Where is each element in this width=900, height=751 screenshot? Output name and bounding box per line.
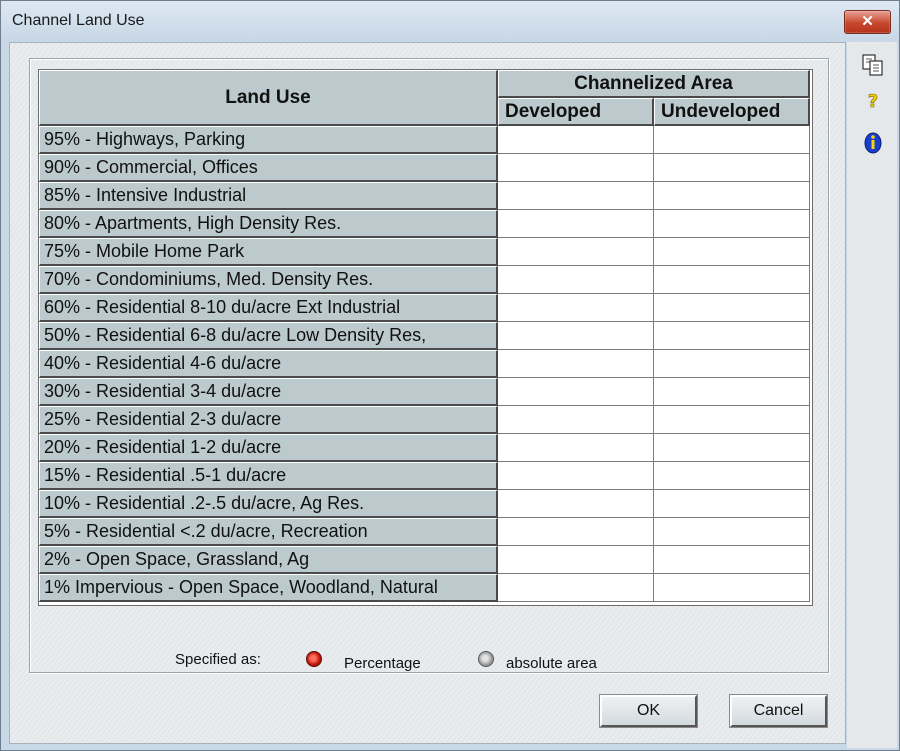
developed-cell[interactable] xyxy=(498,406,654,434)
land-use-row-label: 70% - Condominiums, Med. Density Res. xyxy=(39,266,498,294)
land-use-row-label: 95% - Highways, Parking xyxy=(39,126,498,154)
undeveloped-cell[interactable] xyxy=(654,210,810,238)
developed-cell[interactable] xyxy=(498,378,654,406)
info-icon[interactable] xyxy=(860,130,886,156)
developed-cell[interactable] xyxy=(498,210,654,238)
developed-cell[interactable] xyxy=(498,126,654,154)
copy-icon[interactable] xyxy=(860,52,886,78)
developed-cell[interactable] xyxy=(498,294,654,322)
developed-cell[interactable] xyxy=(498,574,654,602)
side-toolbar: ? xyxy=(847,42,897,748)
developed-cell[interactable] xyxy=(498,434,654,462)
land-use-row-label: 1% Impervious - Open Space, Woodland, Na… xyxy=(39,574,498,602)
developed-cell[interactable] xyxy=(498,546,654,574)
undeveloped-cell[interactable] xyxy=(654,546,810,574)
channelized-area-header: Channelized Area xyxy=(498,70,810,98)
dialog-body: Land Use Channelized Area Developed Unde… xyxy=(9,42,846,744)
developed-column-header: Developed xyxy=(498,98,654,126)
ok-button[interactable]: OK xyxy=(599,694,698,728)
absolute-area-radio-label[interactable]: absolute area xyxy=(506,655,597,672)
land-use-row-label: 10% - Residential .2-.5 du/acre, Ag Res. xyxy=(39,490,498,518)
undeveloped-cell[interactable] xyxy=(654,126,810,154)
developed-cell[interactable] xyxy=(498,350,654,378)
close-button[interactable]: ✕ xyxy=(844,10,891,34)
developed-cell[interactable] xyxy=(498,518,654,546)
undeveloped-cell[interactable] xyxy=(654,182,810,210)
developed-cell[interactable] xyxy=(498,154,654,182)
land-use-row-label: 80% - Apartments, High Density Res. xyxy=(39,210,498,238)
undeveloped-column-header: Undeveloped xyxy=(654,98,810,126)
land-use-group: Land Use Channelized Area Developed Unde… xyxy=(29,58,829,673)
percentage-radio[interactable] xyxy=(306,651,322,667)
undeveloped-cell[interactable] xyxy=(654,490,810,518)
percentage-radio-label[interactable]: Percentage xyxy=(344,655,421,672)
land-use-row-label: 30% - Residential 3-4 du/acre xyxy=(39,378,498,406)
undeveloped-cell[interactable] xyxy=(654,154,810,182)
undeveloped-cell[interactable] xyxy=(654,518,810,546)
land-use-grid: Land Use Channelized Area Developed Unde… xyxy=(38,69,813,606)
developed-cell[interactable] xyxy=(498,462,654,490)
cancel-button[interactable]: Cancel xyxy=(729,694,828,728)
undeveloped-cell[interactable] xyxy=(654,294,810,322)
developed-cell[interactable] xyxy=(498,322,654,350)
developed-cell[interactable] xyxy=(498,182,654,210)
land-use-row-label: 2% - Open Space, Grassland, Ag xyxy=(39,546,498,574)
land-use-row-label: 20% - Residential 1-2 du/acre xyxy=(39,434,498,462)
land-use-row-label: 15% - Residential .5-1 du/acre xyxy=(39,462,498,490)
undeveloped-cell[interactable] xyxy=(654,322,810,350)
land-use-row-label: 60% - Residential 8-10 du/acre Ext Indus… xyxy=(39,294,498,322)
undeveloped-cell[interactable] xyxy=(654,350,810,378)
undeveloped-cell[interactable] xyxy=(654,406,810,434)
title-bar: Channel Land Use ✕ xyxy=(1,1,899,41)
undeveloped-cell[interactable] xyxy=(654,238,810,266)
undeveloped-cell[interactable] xyxy=(654,462,810,490)
undeveloped-cell[interactable] xyxy=(654,574,810,602)
land-use-row-label: 5% - Residential <.2 du/acre, Recreation xyxy=(39,518,498,546)
developed-cell[interactable] xyxy=(498,490,654,518)
land-use-row-label: 85% - Intensive Industrial xyxy=(39,182,498,210)
land-use-column-header: Land Use xyxy=(39,70,498,126)
undeveloped-cell[interactable] xyxy=(654,378,810,406)
svg-text:?: ? xyxy=(868,91,878,112)
land-use-row-label: 25% - Residential 2-3 du/acre xyxy=(39,406,498,434)
land-use-row-label: 50% - Residential 6-8 du/acre Low Densit… xyxy=(39,322,498,350)
dialog-window: Channel Land Use ✕ Land Use Channelized … xyxy=(0,0,900,751)
developed-cell[interactable] xyxy=(498,266,654,294)
absolute-area-radio[interactable] xyxy=(478,651,494,667)
specified-as-label: Specified as: xyxy=(175,651,261,668)
undeveloped-cell[interactable] xyxy=(654,434,810,462)
window-title: Channel Land Use xyxy=(12,12,145,29)
land-use-row-label: 90% - Commercial, Offices xyxy=(39,154,498,182)
developed-cell[interactable] xyxy=(498,238,654,266)
land-use-row-label: 75% - Mobile Home Park xyxy=(39,238,498,266)
help-icon[interactable]: ? xyxy=(860,87,886,113)
land-use-row-label: 40% - Residential 4-6 du/acre xyxy=(39,350,498,378)
undeveloped-cell[interactable] xyxy=(654,266,810,294)
